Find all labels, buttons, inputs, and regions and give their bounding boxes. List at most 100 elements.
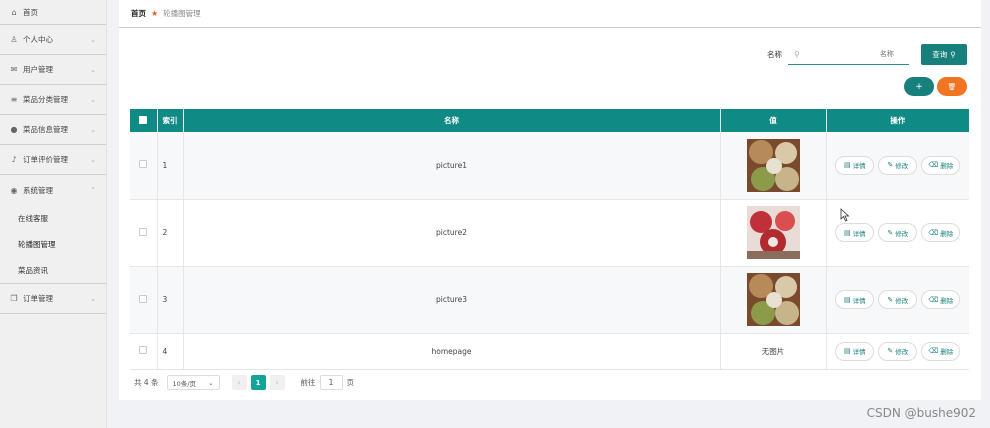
detail-button-label: 详情 [852, 296, 866, 305]
pagination-total: 共 4 条 [134, 378, 159, 387]
goto-page-input[interactable]: 1 [319, 375, 343, 390]
trash-icon: 🗑 [947, 82, 957, 91]
document-icon: ▤ [843, 295, 851, 304]
chevron-down-icon: ⌄ [90, 95, 96, 104]
sidebar-item-dish-info[interactable]: ● 菜品信息管理 ⌄ [0, 115, 106, 145]
food-image-thumbnail [746, 206, 800, 259]
chevron-down-icon: ⌄ [90, 155, 96, 164]
edit-button[interactable]: ✎ 修改 [878, 290, 918, 309]
watermark: CSDN @bushe902 [866, 406, 976, 420]
document-icon: ▤ [843, 228, 851, 237]
copy-icon: ❐ [10, 294, 18, 303]
detail-button[interactable]: ▤ 详情 [835, 223, 875, 242]
trash-icon: ⌫ [928, 347, 939, 355]
home-icon: ⌂ [11, 7, 17, 17]
delete-button-label: 删除 [940, 162, 954, 171]
select-all-checkbox[interactable] [130, 109, 158, 132]
row-name: picture2 [183, 199, 721, 267]
row-value: 无图片 [720, 333, 827, 370]
sidebar-item-label: 个人中心 [23, 35, 53, 44]
sidebar: ⌂ 首页 ♙ 个人中心 ⌄ ✉ 用户管理 ⌄ ≡ 菜品分类管理 ⌄ ● 菜品信息… [0, 0, 107, 428]
search-field[interactable]: ⚲ [788, 45, 909, 65]
edit-button-label: 修改 [895, 229, 909, 238]
circle-icon: ◉ [10, 185, 18, 195]
chevron-down-icon: ⌄ [208, 378, 214, 387]
sidebar-item-order-review[interactable]: ♪ 订单评价管理 ⌄ [0, 145, 106, 175]
chevron-down-icon: ⌄ [90, 35, 96, 44]
column-header-index: 索引 [157, 109, 184, 132]
detail-button[interactable]: ▤ 详情 [835, 341, 875, 361]
trash-icon: ⌫ [928, 161, 939, 170]
row-value [720, 266, 827, 334]
page-number-current[interactable]: 1 [250, 375, 266, 390]
list-icon: ≡ [10, 95, 18, 104]
row-index: 4 [157, 333, 184, 370]
edit-button-label: 修改 [895, 162, 909, 171]
row-index: 3 [157, 266, 184, 334]
chevron-down-icon: ⌄ [90, 294, 96, 303]
sidebar-item-label: 系统管理 [23, 185, 53, 195]
checkbox-box [139, 160, 148, 169]
delete-button[interactable]: ⌫ 删除 [921, 155, 961, 175]
mail-icon: ✉ [10, 65, 18, 74]
data-table: 索引 名称 值 操作 1 picture1 ▤ 详情 ✎ 修改 ⌫ 删除 2 p… [130, 109, 969, 370]
action-buttons: + 🗑 [901, 77, 967, 96]
delete-button[interactable]: ⌫ 删除 [921, 341, 961, 361]
page-size-select[interactable]: 10条/页 ⌄ [166, 375, 220, 390]
detail-button[interactable]: ▤ 详情 [835, 290, 875, 309]
table-row: 1 picture1 ▤ 详情 ✎ 修改 ⌫ 删除 [130, 132, 969, 200]
row-name: homepage [183, 333, 721, 370]
checkbox-box [139, 346, 148, 354]
column-header-actions: 操作 [826, 109, 969, 132]
sidebar-item-dish-category[interactable]: ≡ 菜品分类管理 ⌄ [0, 85, 106, 115]
main-content: 首页 ★ 轮播图管理 名称 ⚲ 查询 ⚲ + 🗑 [107, 0, 990, 428]
delete-button-label: 删除 [940, 229, 954, 238]
edit-button[interactable]: ✎ 修改 [878, 155, 918, 175]
detail-button-label: 详情 [852, 162, 866, 171]
delete-button[interactable]: ⌫ 删除 [921, 223, 961, 242]
add-button[interactable]: + [904, 77, 934, 96]
query-button[interactable]: 查询 ⚲ [921, 44, 967, 65]
delete-button-label: 删除 [940, 348, 954, 356]
search-input[interactable] [803, 50, 894, 58]
pencil-icon: ✎ [887, 295, 894, 304]
sidebar-item-orders[interactable]: ❐ 订单管理 ⌄ [0, 284, 106, 314]
document-icon: ▤ [843, 161, 851, 170]
pin-icon: ● [10, 125, 18, 134]
detail-button[interactable]: ▤ 详情 [835, 155, 875, 175]
mouse-cursor-icon [840, 208, 850, 222]
row-checkbox[interactable] [130, 199, 158, 267]
sidebar-item-label: 首页 [23, 7, 38, 17]
edit-button[interactable]: ✎ 修改 [878, 223, 918, 242]
sidebar-item-profile[interactable]: ♙ 个人中心 ⌄ [0, 25, 106, 55]
edit-button[interactable]: ✎ 修改 [878, 341, 918, 361]
system-submenu: 在线客服 轮播图管理 菜品资讯 [0, 205, 106, 284]
chevron-left-icon: ‹ [237, 378, 241, 387]
sidebar-item-system[interactable]: ◉ 系统管理 ⌃ [0, 175, 106, 205]
next-page-button[interactable]: › [269, 375, 285, 390]
search-icon: ⚲ [794, 49, 800, 59]
sidebar-item-label: 订单管理 [23, 294, 53, 303]
row-checkbox[interactable] [130, 333, 158, 370]
prev-page-button[interactable]: ‹ [231, 375, 247, 390]
breadcrumb-current: 轮播图管理 [163, 9, 201, 18]
breadcrumb: 首页 ★ 轮播图管理 [119, 0, 981, 28]
sidebar-item-users[interactable]: ✉ 用户管理 ⌄ [0, 55, 106, 85]
batch-delete-button[interactable]: 🗑 [937, 77, 967, 96]
row-checkbox[interactable] [130, 132, 158, 200]
pencil-icon: ✎ [887, 161, 894, 170]
pagination: 共 4 条 10条/页 ⌄ ‹ 1 › 前往 1 页 [134, 375, 354, 390]
table-row: 3 picture3 ▤ 详情 ✎ 修改 ⌫ 删除 [130, 266, 969, 334]
query-button-label: 查询 [932, 50, 948, 59]
sidebar-subitem-carousel[interactable]: 轮播图管理 [0, 231, 106, 257]
sidebar-item-label: 菜品分类管理 [23, 95, 68, 104]
sidebar-subitem-dish-news[interactable]: 菜品资讯 [0, 257, 106, 283]
goto-label: 前往 [300, 378, 316, 387]
sidebar-item-home[interactable]: ⌂ 首页 [0, 0, 106, 25]
checkbox-box [139, 294, 148, 303]
edit-button-label: 修改 [895, 348, 909, 356]
delete-button[interactable]: ⌫ 删除 [921, 290, 961, 309]
row-checkbox[interactable] [130, 266, 158, 334]
sidebar-subitem-online-service[interactable]: 在线客服 [0, 205, 106, 231]
breadcrumb-home[interactable]: 首页 [131, 8, 146, 19]
